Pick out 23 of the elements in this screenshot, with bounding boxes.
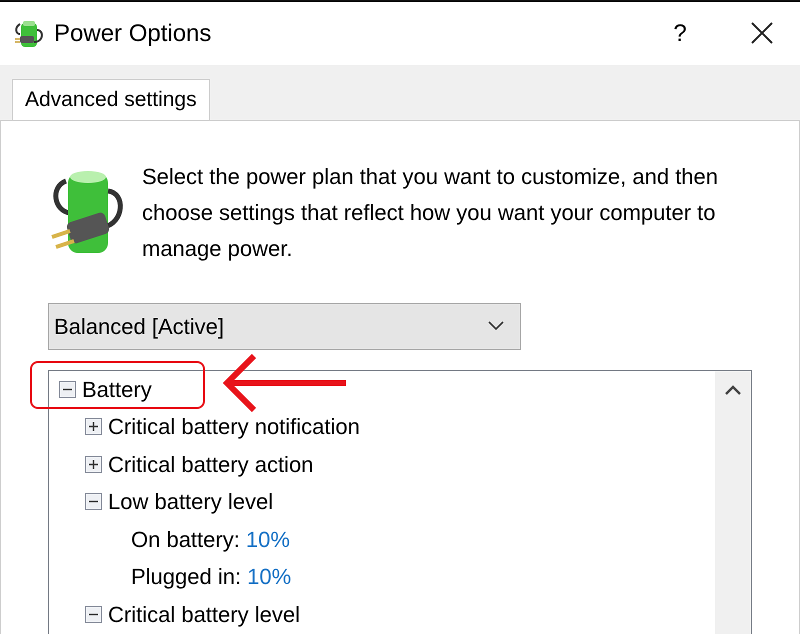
expand-icon[interactable] [85, 456, 102, 473]
setting-label: On battery: [131, 526, 240, 554]
tree-item[interactable]: Critical battery level [108, 598, 300, 631]
tree-item[interactable]: Critical battery action [108, 448, 314, 481]
tree-item[interactable]: Critical battery notification [108, 410, 360, 444]
setting-value[interactable]: 10% [247, 560, 292, 594]
scrollbar[interactable] [715, 370, 751, 634]
close-icon[interactable] [750, 21, 774, 46]
tree-item[interactable]: Low battery level [108, 485, 274, 518]
setting-value[interactable]: 10% [246, 522, 290, 556]
collapse-icon[interactable] [59, 380, 76, 398]
expand-icon[interactable] [85, 418, 102, 436]
tab[interactable]: Advanced settings [12, 79, 210, 120]
description-text: Select the power plan that you want to customize, and then choose settings that reflect how you want your computer to manage power. [142, 162, 720, 263]
chevron-down-icon [488, 321, 504, 331]
setting-label: Plugged in: [131, 563, 242, 592]
tree-item[interactable]: Battery [82, 372, 152, 406]
window-title: Power Options [54, 18, 212, 48]
chevron-up-icon[interactable] [725, 384, 741, 394]
plan-dropdown[interactable]: Balanced [Active] [48, 302, 521, 350]
help-button[interactable]: ? [660, 16, 700, 52]
collapse-icon[interactable] [85, 606, 102, 623]
collapse-icon[interactable] [85, 493, 102, 510]
